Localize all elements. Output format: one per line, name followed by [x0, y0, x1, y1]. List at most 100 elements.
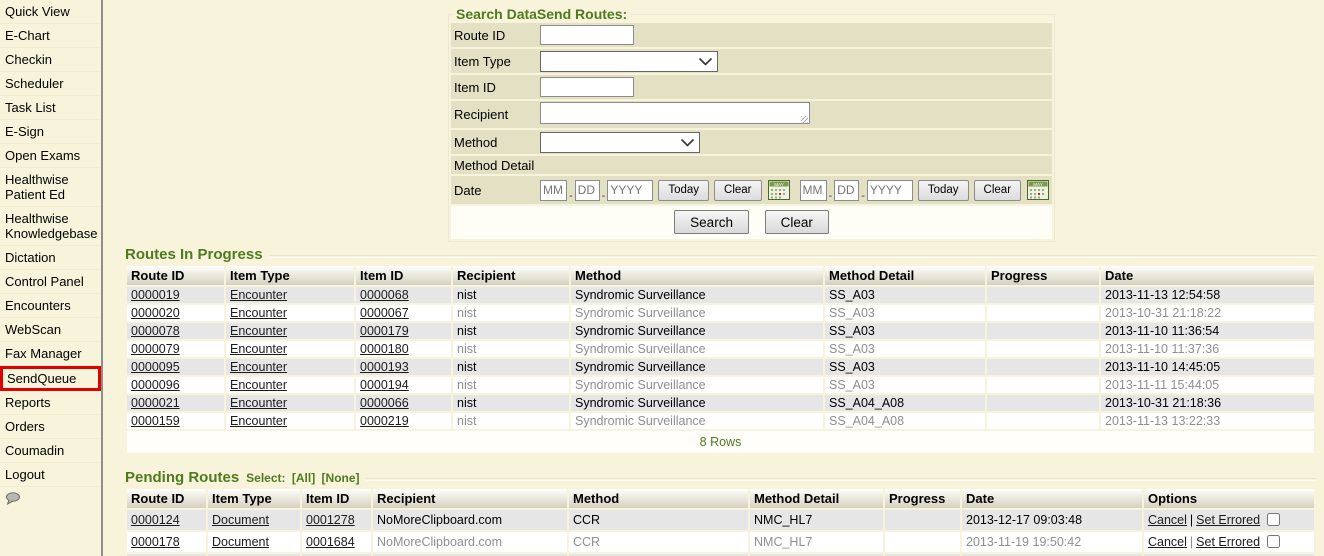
item-id-link[interactable]: 0000219: [360, 414, 409, 428]
sidebar-item-healthwise-knowledgebase[interactable]: Healthwise Knowledgebase: [0, 207, 101, 246]
date-from-calendar-icon[interactable]: MAY: [768, 180, 790, 200]
item-type-link[interactable]: Encounter: [230, 378, 287, 392]
routes-in-progress-table: Route IDItem TypeItem IDRecipientMethodM…: [125, 264, 1316, 455]
column-header-item-type: Item Type: [208, 489, 300, 508]
date-to-clear-button[interactable]: Clear: [974, 180, 1021, 201]
item-id-link[interactable]: 0000194: [360, 378, 409, 392]
item-id-link[interactable]: 0000068: [360, 288, 409, 302]
item-id-cell: 0000194: [356, 377, 451, 393]
sidebar-item-reports[interactable]: Reports: [0, 391, 101, 415]
sidebar-item-webscan[interactable]: WebScan: [0, 318, 101, 342]
sidebar-item-dictation[interactable]: Dictation: [0, 246, 101, 270]
column-header-date: Date: [1101, 266, 1314, 285]
set-errored-link[interactable]: Set Errored: [1196, 535, 1260, 549]
sidebar-item-encounters[interactable]: Encounters: [0, 294, 101, 318]
route-id-link[interactable]: 0000021: [131, 396, 180, 410]
search-button[interactable]: Search: [674, 210, 749, 234]
route-id-link[interactable]: 0000079: [131, 342, 180, 356]
date-to-year-input[interactable]: [867, 180, 913, 201]
sidebar-item-control-panel[interactable]: Control Panel: [0, 270, 101, 294]
method-detail-cell: SS_A04_A08: [825, 395, 985, 411]
sidebar-item-quick-view[interactable]: Quick View: [0, 0, 101, 24]
item-id-input[interactable]: [540, 77, 634, 97]
item-id-link[interactable]: 0000066: [360, 396, 409, 410]
route-id-cell: 0000159: [127, 413, 224, 429]
date-from-month-input[interactable]: [540, 180, 567, 201]
item-id-link[interactable]: 0000067: [360, 306, 409, 320]
row-select-checkbox[interactable]: [1267, 513, 1280, 526]
progress-cell: [987, 377, 1099, 393]
date-from-year-input[interactable]: [607, 180, 653, 201]
item-id-link[interactable]: 0001278: [306, 513, 355, 527]
sidebar-item-logout[interactable]: Logout: [0, 463, 101, 487]
item-id-link[interactable]: 0000180: [360, 342, 409, 356]
route-id-link[interactable]: 0000078: [131, 324, 180, 338]
main-content: Search DataSend Routes: Route ID Item Ty…: [103, 0, 1324, 556]
item-id-link[interactable]: 0001684: [306, 535, 355, 549]
recipient-label: Recipient: [454, 107, 540, 122]
item-id-cell: 0000068: [356, 287, 451, 303]
route-id-cell: 0000020: [127, 305, 224, 321]
route-id-link[interactable]: 0000019: [131, 288, 180, 302]
sidebar-item-e-sign[interactable]: E-Sign: [0, 120, 101, 144]
date-cell: 2013-10-31 21:18:22: [1101, 305, 1314, 321]
item-id-link[interactable]: 0000193: [360, 360, 409, 374]
recipient-cell: nist: [453, 413, 569, 429]
route-id-link[interactable]: 0000124: [131, 513, 180, 527]
date-to-month-input[interactable]: [800, 180, 827, 201]
date-cell: 2013-11-13 13:22:33: [1101, 413, 1314, 429]
clear-button[interactable]: Clear: [765, 210, 829, 234]
item-type-link[interactable]: Encounter: [230, 414, 287, 428]
item-id-link[interactable]: 0000179: [360, 324, 409, 338]
column-header-method-detail: Method Detail: [750, 489, 883, 508]
route-id-link[interactable]: 0000159: [131, 414, 180, 428]
date-to-calendar-icon[interactable]: MAY: [1027, 180, 1049, 200]
route-id-cell: 0000079: [127, 341, 224, 357]
sidebar-item-coumadin[interactable]: Coumadin: [0, 439, 101, 463]
item-type-link[interactable]: Encounter: [230, 288, 287, 302]
item-type-link[interactable]: Encounter: [230, 396, 287, 410]
route-id-link[interactable]: 0000096: [131, 378, 180, 392]
sidebar-item-scheduler[interactable]: Scheduler: [0, 72, 101, 96]
date-from-today-button[interactable]: Today: [658, 180, 709, 201]
date-cell: 2013-11-11 15:44:05: [1101, 377, 1314, 393]
sidebar-item-fax-manager[interactable]: Fax Manager: [0, 342, 101, 366]
route-id-link[interactable]: 0000178: [131, 535, 180, 549]
item-type-link[interactable]: Document: [212, 513, 269, 527]
item-type-link[interactable]: Encounter: [230, 342, 287, 356]
select-all-link[interactable]: [All]: [292, 471, 315, 485]
recipient-cell: NoMoreClipboard.com: [373, 510, 567, 530]
method-select[interactable]: [540, 132, 700, 153]
route-id-link[interactable]: 0000020: [131, 306, 180, 320]
recipient-input[interactable]: [540, 102, 810, 124]
table-row: 0000124 Document 0001278 NoMoreClipboard.co…: [127, 510, 1314, 530]
sidebar-item-e-chart[interactable]: E-Chart: [0, 24, 101, 48]
date-to-today-button[interactable]: Today: [918, 180, 969, 201]
select-none-link[interactable]: [None]: [322, 471, 360, 485]
item-type-link[interactable]: Encounter: [230, 360, 287, 374]
sidebar-item-checkin[interactable]: Checkin: [0, 48, 101, 72]
speech-bubble-icon[interactable]: [5, 493, 21, 508]
method-cell: Syndromic Surveillance: [571, 395, 823, 411]
cancel-link[interactable]: Cancel: [1148, 535, 1187, 549]
route-id-input[interactable]: [540, 25, 634, 45]
column-header-method: Method: [569, 489, 748, 508]
date-from-day-input[interactable]: [575, 180, 600, 201]
cancel-link[interactable]: Cancel: [1148, 513, 1187, 527]
sidebar-item-sendqueue[interactable]: SendQueue: [0, 366, 101, 391]
item-type-link[interactable]: Encounter: [230, 324, 287, 338]
method-cell: Syndromic Surveillance: [571, 341, 823, 357]
route-id-link[interactable]: 0000095: [131, 360, 180, 374]
item-type-link[interactable]: Encounter: [230, 306, 287, 320]
date-to-day-input[interactable]: [834, 180, 859, 201]
set-errored-link[interactable]: Set Errored: [1196, 513, 1260, 527]
method-detail-cell: SS_A03: [825, 305, 985, 321]
row-select-checkbox[interactable]: [1267, 535, 1280, 548]
item-type-link[interactable]: Document: [212, 535, 269, 549]
sidebar-item-open-exams[interactable]: Open Exams: [0, 144, 101, 168]
item-type-select[interactable]: [540, 51, 718, 72]
date-from-clear-button[interactable]: Clear: [714, 180, 761, 201]
sidebar-item-healthwise-patient-ed[interactable]: Healthwise Patient Ed: [0, 168, 101, 207]
sidebar-item-orders[interactable]: Orders: [0, 415, 101, 439]
sidebar-item-task-list[interactable]: Task List: [0, 96, 101, 120]
